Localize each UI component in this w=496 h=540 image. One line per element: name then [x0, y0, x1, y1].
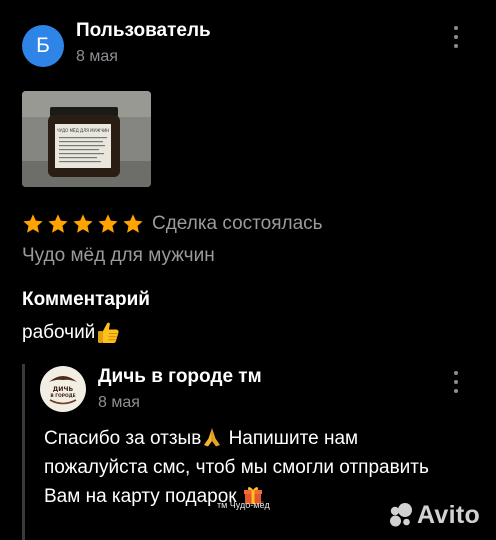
reply-text-part1: Спасибо за отзыв: [44, 428, 202, 449]
reply-date: 8 мая: [98, 394, 140, 411]
jar-label-title: ЧУДО МЁД ДЛЯ МУЖЧИН: [57, 128, 109, 133]
author-name[interactable]: Пользователь: [76, 20, 211, 42]
avatar-letter: Б: [36, 34, 50, 57]
star-icon: [123, 214, 143, 233]
reply-divider: [22, 364, 25, 540]
reply-more-icon[interactable]: [449, 371, 463, 393]
review-date: 8 мая: [76, 48, 118, 65]
folded-hands-icon: [204, 428, 221, 447]
rating-row: Сделка состоялась: [22, 210, 323, 238]
comment-heading: Комментарий: [22, 289, 150, 310]
honey-jar-image: ЧУДО МЁД ДЛЯ МУЖЧИН: [22, 91, 151, 187]
comment-body: рабочий: [22, 322, 96, 343]
seller-logo-line1: ДИЧЬ: [53, 386, 74, 393]
deal-status: Сделка состоялась: [152, 213, 323, 234]
review-photo[interactable]: ЧУДО МЁД ДЛЯ МУЖЧИН: [22, 91, 151, 187]
star-icon: [48, 214, 68, 233]
watermark-text: тм Чудо-мёд: [217, 500, 270, 510]
comment-text: рабочий: [22, 320, 122, 346]
thumbs-up-icon: [98, 322, 119, 343]
seller-name[interactable]: Дичь в городе тм: [98, 366, 262, 388]
avito-dots-icon: [390, 503, 412, 527]
seller-logo-line2: В ГОРОДЕ: [50, 393, 75, 399]
seller-logo-image: ДИЧЬ В ГОРОДЕ: [41, 367, 85, 411]
star-icon: [73, 214, 93, 233]
reply-text: Спасибо за отзыв Напишите нам пожалуйста…: [44, 424, 464, 511]
avito-wordmark: Avito: [417, 500, 481, 529]
star-icon: [23, 214, 43, 233]
product-name[interactable]: Чудо мёд для мужчин: [22, 245, 215, 267]
avito-logo: Avito: [388, 500, 484, 530]
seller-logo[interactable]: ДИЧЬ В ГОРОДЕ: [40, 366, 86, 412]
star-icon: [98, 214, 118, 233]
rating-stars: [22, 213, 147, 235]
review-card: Б Пользователь 8 мая ЧУДО МЁД ДЛЯ МУЖЧИН…: [0, 0, 496, 540]
author-avatar[interactable]: Б: [22, 25, 64, 67]
review-more-icon[interactable]: [449, 26, 463, 48]
